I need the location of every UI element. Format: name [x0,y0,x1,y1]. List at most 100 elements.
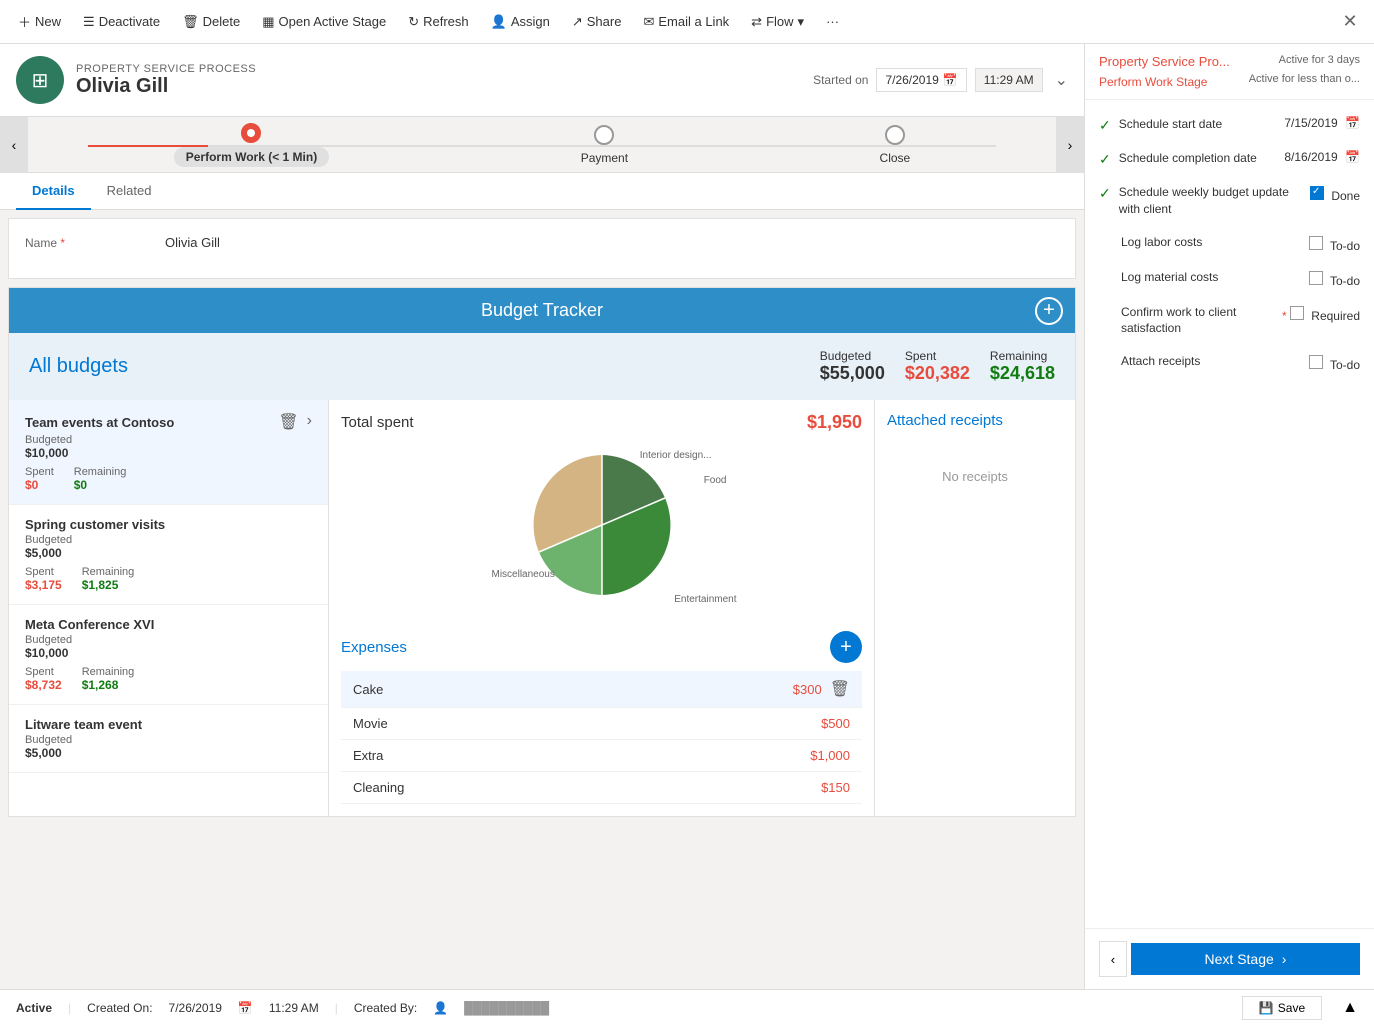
checkbox-4[interactable] [1309,271,1323,285]
budget-item-2[interactable]: Meta Conference XVI Budgeted $10,000 Spe… [9,605,328,705]
panel-item-value-0: 7/15/2019 📅 [1284,116,1360,130]
panel-stage-name: Perform Work Stage [1099,75,1207,89]
checkbox-6[interactable] [1309,355,1323,369]
panel-item-label-0: Schedule start date [1119,116,1277,133]
created-by-value: ██████████ [464,1001,549,1015]
budget-summary: All budgets Budgeted $55,000 Spent $20,3… [9,333,1075,400]
calendar-icon[interactable]: 📅 [943,73,958,87]
checkbox-2[interactable] [1310,186,1324,200]
panel-item-value-2: Done [1310,184,1360,203]
open-active-stage-button[interactable]: ▦ Open Active Stage [252,8,396,36]
stage-prev-button[interactable]: ‹ [1099,941,1127,977]
required-star: * [60,236,65,250]
stage-label-perform-work[interactable]: Perform Work (< 1 Min) [174,147,329,167]
stage-circle-payment [594,125,614,145]
status-collapse-button[interactable]: ▲ [1342,999,1358,1017]
expense-amount-2: $1,000 [810,748,850,763]
right-panel: Property Service Pro... Active for 3 day… [1084,44,1374,989]
status-active: Active [16,1001,52,1015]
process-next-button[interactable]: › [1056,117,1084,173]
header-collapse-button[interactable]: ⌄ [1055,70,1068,90]
pie-chart [522,445,682,605]
budget-item-arrow-0[interactable]: › [307,412,312,432]
panel-item-label-4: Log material costs [1121,269,1301,286]
budget-add-button[interactable]: + [1035,297,1063,325]
share-icon: ↗ [572,14,583,30]
tab-details[interactable]: Details [16,173,91,210]
process-bar: ‹ Perform Work (< 1 Min) Payment Close [0,117,1084,173]
budget-item-1[interactable]: Spring customer visits Budgeted $5,000 S… [9,505,328,605]
add-expense-button[interactable]: + [830,631,862,663]
refresh-icon: ↻ [408,14,419,30]
flow-icon: ⇄ [751,14,762,30]
budget-item-amounts-1: Spent $3,175 Remaining $1,825 [25,566,312,592]
more-button[interactable]: ··· [816,8,849,35]
delete-button[interactable]: 🗑 Delete [172,8,250,36]
record-dates: Started on 7/26/2019 📅 11:29 AM [813,68,1043,92]
spent-stat: Spent $20,382 [905,349,970,384]
panel-item-label-2: Schedule weekly budget update with clien… [1119,184,1302,218]
assign-button[interactable]: 👤 Assign [481,8,560,36]
date-input[interactable]: 7/26/2019 📅 [876,68,966,92]
legend-interior: Interior design... [640,450,712,461]
checkbox-3[interactable] [1309,236,1323,250]
budget-item-amounts-0: Spent $0 Remaining $0 [25,466,312,492]
expense-delete-0[interactable]: 🗑 [830,679,850,699]
trash-icon: 🗑 [182,14,199,30]
budget-item-3[interactable]: Litware team event Budgeted $5,000 [9,705,328,773]
expense-row-0[interactable]: Cake $300 🗑 [341,671,862,708]
budget-item-name-2: Meta Conference XVI [25,617,312,632]
share-button[interactable]: ↗ Share [562,8,632,36]
stage-label-close[interactable]: Close [880,151,911,165]
process-label: PROPERTY SERVICE PROCESS [76,63,801,75]
panel-item-value-5: * Required [1282,304,1360,323]
record-name: Olivia Gill [76,75,801,98]
budget-header: Budget Tracker + [9,288,1075,333]
save-button[interactable]: 💾 Save [1242,996,1322,1020]
expenses-title: Expenses [341,639,407,656]
next-stage-button[interactable]: Next Stage › [1131,943,1360,975]
check-icon-1: ✓ [1099,151,1111,168]
budget-item-budgeted-3: $5,000 [25,746,312,760]
deactivate-button[interactable]: ☰ Deactivate [73,8,170,36]
expense-name-2: Extra [353,748,383,763]
budget-item-0[interactable]: Team events at Contoso 🗑 › Budgeted $10,… [9,400,328,505]
time-input[interactable]: 11:29 AM [975,68,1043,92]
email-link-button[interactable]: ✉ Email a Link [633,8,739,36]
checkbox-5[interactable] [1290,306,1304,320]
budget-item-name-0: Team events at Contoso [25,415,174,430]
spent-label: Spent [905,349,936,363]
budgeted-value: $55,000 [820,363,885,384]
panel-header: Property Service Pro... Active for 3 day… [1085,44,1374,100]
process-prev-button[interactable]: ‹ [0,117,28,173]
started-on-label: Started on [813,73,868,87]
panel-item-value-3: To-do [1309,234,1360,253]
name-value[interactable]: Olivia Gill [165,235,220,250]
stage-label-payment[interactable]: Payment [581,151,628,165]
flow-button[interactable]: ⇄ Flow ▾ [741,8,814,36]
budget-item-name-3: Litware team event [25,717,312,732]
refresh-button[interactable]: ↻ Refresh [398,8,478,36]
legend-food: Food [704,475,727,486]
budget-main: Team events at Contoso 🗑 › Budgeted $10,… [9,400,1075,816]
tab-related[interactable]: Related [91,173,168,210]
calendar-icon-1[interactable]: 📅 [1345,150,1360,164]
save-label: Save [1278,1001,1305,1015]
calendar-icon-0[interactable]: 📅 [1345,116,1360,130]
panel-item-4: Log material costs To-do [1085,261,1374,296]
panel-item-value-1: 8/16/2019 📅 [1284,150,1360,164]
created-on-label: Created On: [87,1001,152,1015]
expense-row-1[interactable]: Movie $500 [341,708,862,740]
deactivate-icon: ☰ [83,14,95,30]
close-button[interactable]: ✕ [1334,6,1366,38]
legend-miscellaneous: Miscellaneous [492,569,555,580]
new-button[interactable]: ＋ New [8,6,71,37]
budget-item-budgeted-label-1: Budgeted [25,534,312,546]
pie-chart-container: Interior design... Food Entertainment Mi… [492,445,712,615]
budget-item-delete-0[interactable]: 🗑 [278,412,298,432]
expense-row-3[interactable]: Cleaning $150 [341,772,862,804]
chevron-right-icon: › [1282,951,1287,967]
expense-row-2[interactable]: Extra $1,000 [341,740,862,772]
status-cal-icon[interactable]: 📅 [238,1001,253,1015]
budgeted-stat: Budgeted $55,000 [820,349,885,384]
